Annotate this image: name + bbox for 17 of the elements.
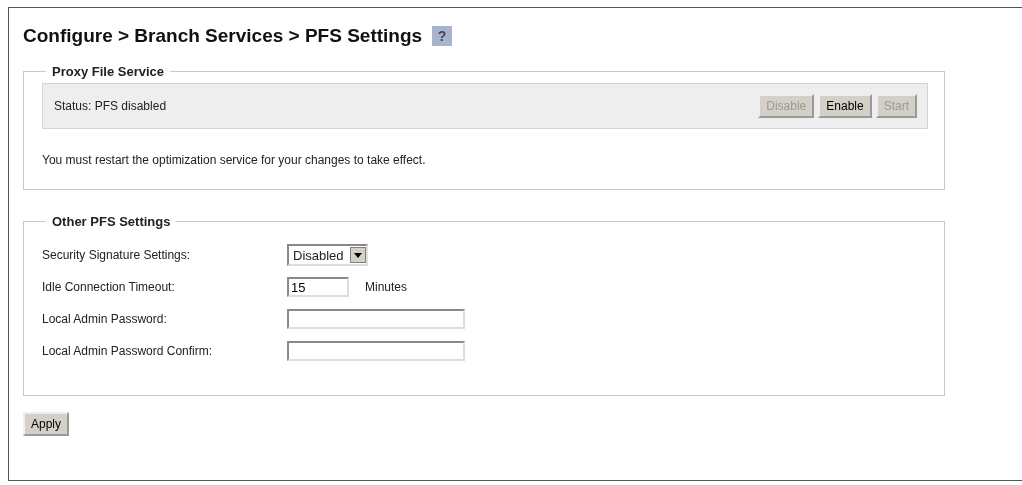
field-label: Local Admin Password Confirm:: [42, 344, 214, 358]
service-button[interactable]: Enable: [818, 94, 872, 118]
section-legend: Proxy File Service: [46, 64, 170, 79]
section-legend: Other PFS Settings: [46, 214, 177, 229]
password-field[interactable]: [287, 309, 465, 329]
field-label: Local Admin Password:: [42, 312, 168, 326]
unit-label: Minutes: [365, 280, 408, 294]
field-label: Security Signature Settings:: [42, 248, 192, 262]
page-title: Configure > Branch Services > PFS Settings: [23, 25, 423, 47]
status-text: Status: PFS disabled: [54, 99, 167, 113]
apply-button[interactable]: Apply: [23, 412, 70, 436]
dropdown[interactable]: Disabled: [287, 244, 368, 266]
restart-note: You must restart the optimization service for your changes to take effect.: [42, 153, 427, 167]
field-label: Idle Connection Timeout:: [42, 280, 176, 294]
help-button[interactable]: ?: [432, 26, 453, 46]
password-field[interactable]: [287, 341, 465, 361]
timeout-field[interactable]: 15: [287, 277, 349, 297]
